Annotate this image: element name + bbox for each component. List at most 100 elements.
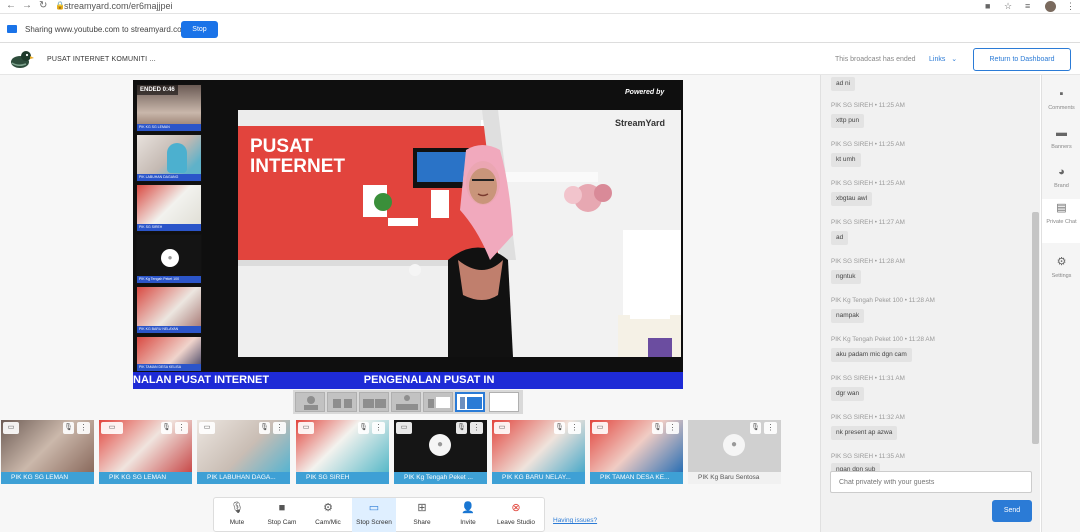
microphone-icon[interactable]: 🎙: [161, 422, 172, 434]
chat-input[interactable]: [830, 471, 1032, 493]
comment-icon: ▪: [1059, 88, 1064, 100]
more-options-icon[interactable]: ⋮: [568, 422, 581, 434]
layout-group-button[interactable]: [359, 392, 389, 412]
participant-tile[interactable]: ● ▭ 🎙 ⋮ PIK Kg Tengah Peket ...: [394, 420, 487, 484]
streamyard-logo-icon[interactable]: [8, 49, 34, 69]
layout-pip-button[interactable]: [423, 392, 453, 412]
stop-cam-button[interactable]: ■ Stop Cam: [260, 498, 304, 532]
microphone-icon[interactable]: 🎙: [259, 422, 270, 434]
browser-toolbar: ← → ↻ 🔒 streamyard.com/er6majjpei ■ ☆ ≡ …: [0, 0, 1080, 14]
microphone-icon[interactable]: 🎙: [358, 422, 369, 434]
remove-from-stage-icon[interactable]: ▭: [3, 422, 19, 434]
thumbnail-label: PIK LABUHAN DAGANG: [137, 174, 201, 181]
more-options-icon[interactable]: ⋮: [764, 422, 777, 434]
forward-icon[interactable]: →: [22, 0, 32, 12]
streamyard-watermark: StreamYard: [615, 118, 666, 128]
participant-name: PIK KG SG LEMAN: [1, 472, 94, 484]
remove-from-stage-icon[interactable]: ▭: [494, 422, 510, 434]
svg-text:PUSAT: PUSAT: [250, 136, 313, 157]
stop-screen-button[interactable]: ▭ Stop Screen: [352, 498, 396, 532]
address-bar[interactable]: streamyard.com/er6majjpei: [64, 1, 173, 12]
layout-fullscreen-button[interactable]: [489, 392, 519, 412]
remove-from-stage-icon[interactable]: ▭: [199, 422, 215, 434]
microphone-icon[interactable]: 🎙: [652, 422, 663, 434]
chat-meta: PIK SG SIREH • 11:27 AM: [831, 219, 905, 226]
reload-icon[interactable]: ↻: [39, 0, 47, 12]
leave-studio-button[interactable]: ⊗ Leave Studio: [494, 498, 538, 532]
participant-name: PIK KG SG LEMAN: [99, 472, 192, 484]
chevron-down-icon: ⌄: [951, 56, 958, 63]
add-user-icon: 👤: [461, 502, 475, 514]
chat-message: xbgtau awl: [831, 192, 873, 206]
broadcast-timer: ENDED 0:46: [137, 85, 178, 95]
thumbnail-label: PIK KG BARU NELAYAN: [137, 326, 201, 333]
participant-tile[interactable]: ▭ 🎙 ⋮ PIK KG BARU NELAY...: [492, 420, 585, 484]
palette-icon: ◕: [1058, 166, 1065, 178]
participant-name: PIK LABUHAN DAGA...: [197, 472, 290, 484]
participant-tile[interactable]: ▭ 🎙 ⋮ PIK SG SIREH: [296, 420, 389, 484]
chat-icon: ▤: [1056, 202, 1067, 214]
send-button[interactable]: Send: [992, 500, 1032, 522]
studio-title: PUSAT INTERNET KOMUNITI ...: [47, 56, 156, 63]
rail-item-comments[interactable]: ▪ Comments: [1042, 87, 1080, 125]
media-control-icon[interactable]: ≡: [1025, 1, 1030, 12]
more-options-icon[interactable]: ⋮: [666, 422, 679, 434]
remove-from-stage-icon[interactable]: ▭: [592, 422, 608, 434]
participant-tile[interactable]: ▭ 🎙 ⋮ PIK KG SG LEMAN: [99, 420, 192, 484]
invite-button[interactable]: 👤 Invite: [446, 498, 490, 532]
profile-avatar[interactable]: [1045, 1, 1056, 12]
gear-icon: ⚙: [323, 502, 333, 514]
more-options-icon[interactable]: ⋮: [77, 422, 90, 434]
rail-item-brand[interactable]: ◕ Brand: [1042, 165, 1080, 203]
chat-meta: PIK SG SIREH • 11:31 AM: [831, 375, 905, 382]
more-options-icon[interactable]: ⋮: [175, 422, 188, 434]
chat-meta: PIK Kg Tengah Peket 100 • 11:28 AM: [831, 297, 935, 304]
participant-tile[interactable]: ● 🎙 ⋮ PIK Kg Baru Sentosa: [688, 420, 781, 484]
cam-mic-settings-button[interactable]: ⚙ Cam/Mic: [306, 498, 350, 532]
rail-item-banners[interactable]: ▬ Banners: [1042, 126, 1080, 164]
links-dropdown[interactable]: Links ⌄: [929, 55, 957, 64]
star-icon[interactable]: ☆: [1004, 1, 1012, 12]
participant-name: PIK TAMAN DESA KE...: [590, 472, 683, 484]
microphone-icon[interactable]: 🎙: [554, 422, 565, 434]
chat-meta: PIK SG SIREH • 11:35 AM: [831, 453, 905, 460]
participant-tile[interactable]: ▭ 🎙 ⋮ PIK TAMAN DESA KE...: [590, 420, 683, 484]
thumbnail-label: PIK TAMAN DESA KELISA: [137, 364, 201, 371]
studio-header: PUSAT INTERNET KOMUNITI ... This broadca…: [0, 44, 1080, 75]
rail-item-settings[interactable]: ⚙ Settings: [1042, 255, 1080, 293]
chat-scrollbar-thumb[interactable]: [1032, 212, 1039, 444]
chat-message: ngntuk: [831, 270, 861, 284]
remove-from-stage-icon[interactable]: ▭: [298, 422, 314, 434]
mute-button[interactable]: 🎙 Mute: [215, 498, 259, 532]
broadcast-status: This broadcast has ended: [835, 56, 916, 63]
microphone-icon[interactable]: 🎙: [456, 422, 467, 434]
browser-menu-icon[interactable]: ⋮: [1066, 1, 1075, 12]
microphone-muted-icon[interactable]: 🎙: [750, 422, 761, 434]
microphone-icon[interactable]: 🎙: [63, 422, 74, 434]
return-to-dashboard-button[interactable]: Return to Dashboard: [973, 48, 1071, 71]
share-button[interactable]: ⊞ Share: [400, 498, 444, 532]
participant-name: PIK Kg Tengah Peket ...: [394, 472, 487, 484]
layout-screen-sidebar-button[interactable]: [455, 392, 485, 412]
participant-tile[interactable]: ▭ 🎙 ⋮ PIK LABUHAN DAGA...: [197, 420, 290, 484]
more-options-icon[interactable]: ⋮: [273, 422, 286, 434]
chat-message: nk present ap azwa: [831, 426, 898, 440]
camera-indicator-icon[interactable]: ■: [985, 1, 990, 12]
layout-solo-button[interactable]: [295, 392, 325, 412]
layout-leader-button[interactable]: [391, 392, 421, 412]
layout-split-button[interactable]: [327, 392, 357, 412]
screen-share-badge-icon[interactable]: ▭: [101, 422, 123, 434]
back-icon[interactable]: ←: [6, 0, 16, 12]
rail-item-private-chat[interactable]: ▤ Private Chat: [1042, 199, 1080, 243]
banner-icon: ▬: [1056, 127, 1067, 139]
more-options-icon[interactable]: ⋮: [470, 422, 483, 434]
avatar-placeholder-icon: ●: [723, 434, 745, 456]
having-issues-link[interactable]: Having issues?: [553, 516, 597, 525]
presenter-video-image: PUSAT INTERNET: [238, 110, 681, 357]
remove-from-stage-icon[interactable]: ▭: [396, 422, 412, 434]
chat-message: ad ni: [831, 77, 856, 91]
thumbnail-label: PIK KG SG LEMAN: [137, 124, 201, 131]
more-options-icon[interactable]: ⋮: [372, 422, 385, 434]
stop-sharing-button[interactable]: Stop: [181, 21, 218, 38]
participant-tile[interactable]: ▭ 🎙 ⋮ PIK KG SG LEMAN: [1, 420, 94, 484]
